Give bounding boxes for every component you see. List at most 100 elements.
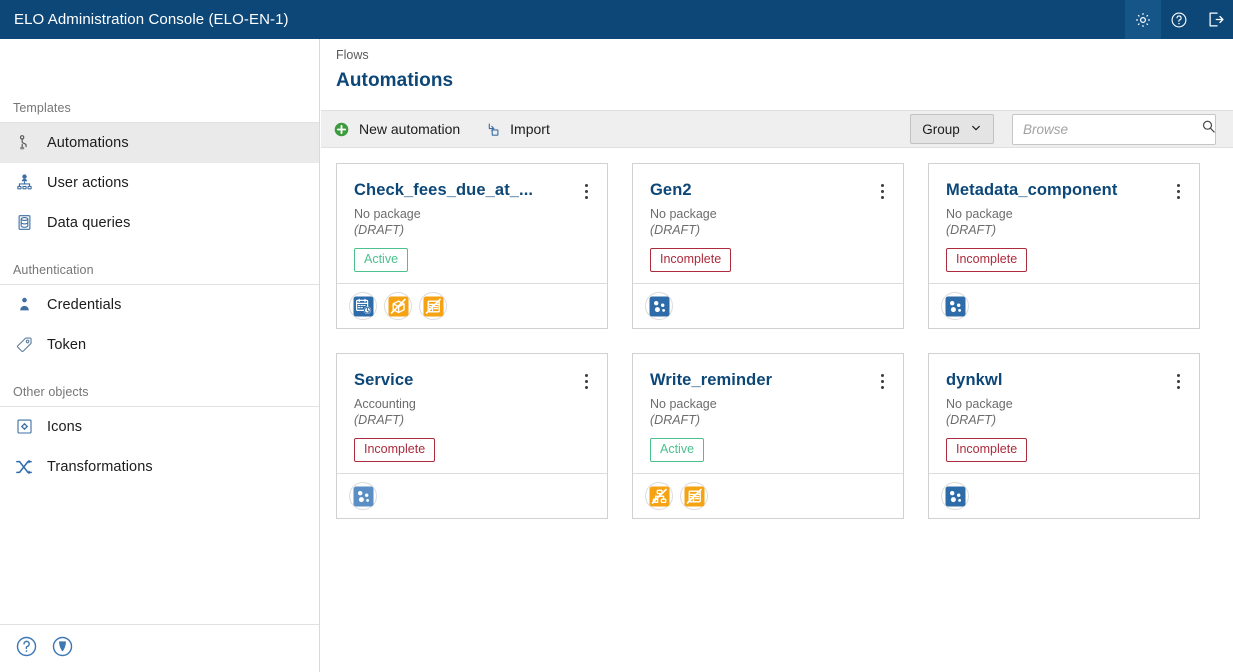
nodes-icon-button[interactable] — [941, 482, 969, 510]
calendar-clock-icon-button[interactable] — [349, 292, 377, 320]
status-badge: Incomplete — [650, 248, 732, 272]
sidebar-section-authentication: Authentication — [0, 243, 319, 285]
nodes-icon-light — [353, 486, 374, 507]
toolbar: New automation Import Group — [321, 110, 1233, 148]
nodes-icon — [945, 296, 966, 317]
sidebar-item-token[interactable]: Token — [0, 325, 319, 365]
sidebar-item-automations[interactable]: Automations — [0, 123, 319, 163]
sidebar-item-label: Credentials — [47, 296, 122, 313]
header-actions — [1125, 0, 1233, 39]
sidebar-item-data-queries[interactable]: Data queries — [0, 203, 319, 243]
automation-package: No package — [650, 397, 717, 411]
help-circle-icon — [15, 635, 38, 663]
sidebar-item-label: Data queries — [47, 214, 131, 231]
app-header: ELO Administration Console (ELO-EN-1) — [0, 0, 1233, 39]
logout-button[interactable] — [1197, 0, 1233, 39]
automation-card-footer — [633, 474, 903, 518]
nodes-icon-button[interactable] — [941, 292, 969, 320]
form-table-icon-button[interactable] — [419, 292, 447, 320]
automation-card[interactable]: Check_fees_due_at_... No package (DRAFT) Ac… — [336, 163, 608, 329]
gear-icon — [1134, 11, 1152, 29]
form-table-icon-button[interactable] — [680, 482, 708, 510]
card-menu-button[interactable] — [1171, 372, 1185, 390]
new-automation-label: New automation — [359, 121, 461, 137]
automation-state: (DRAFT) — [946, 223, 996, 237]
automation-state: (DRAFT) — [650, 223, 700, 237]
automation-name: Service — [354, 371, 414, 389]
automation-package: No package — [354, 207, 421, 221]
automation-state: (DRAFT) — [354, 413, 404, 427]
icons-icon — [13, 416, 35, 438]
nodes-icon — [649, 296, 670, 317]
help-circle-button[interactable] — [8, 631, 44, 667]
settings-button[interactable] — [1125, 0, 1161, 39]
automation-state: (DRAFT) — [354, 223, 404, 237]
status-badge: Incomplete — [946, 248, 1028, 272]
card-menu-button[interactable] — [875, 182, 889, 200]
automation-card[interactable]: Metadata_component No package (DRAFT) Incom… — [928, 163, 1200, 329]
search-box[interactable] — [1012, 113, 1217, 145]
automation-card[interactable]: Write_reminder No package (DRAFT) Active — [632, 353, 904, 519]
automation-card-body: Metadata_component No package (DRAFT) Incom… — [929, 164, 1199, 284]
automation-card-body: Write_reminder No package (DRAFT) Active — [633, 354, 903, 474]
transformations-icon — [13, 456, 35, 478]
group-label: Group — [922, 121, 960, 137]
status-badge: Incomplete — [946, 438, 1028, 462]
package-box-icon-button[interactable] — [384, 292, 412, 320]
card-menu-button[interactable] — [1171, 182, 1185, 200]
package-box-icon — [388, 296, 409, 317]
card-menu-button[interactable] — [579, 182, 593, 200]
import-button[interactable]: Import — [472, 110, 562, 148]
nodes-icon-button[interactable] — [645, 292, 673, 320]
card-menu-button[interactable] — [579, 372, 593, 390]
automation-card[interactable]: dynkwl No package (DRAFT) Incomplete — [928, 353, 1200, 519]
sidebar-item-label: Icons — [47, 418, 83, 435]
group-dropdown[interactable]: Group — [910, 114, 994, 144]
workflow-icon-button[interactable] — [645, 482, 673, 510]
nodes-icon-light-button[interactable] — [349, 482, 377, 510]
toolbar-right: Group — [910, 113, 1233, 145]
sidebar-footer — [0, 624, 319, 672]
status-badge: Active — [354, 248, 409, 272]
user-actions-icon — [13, 172, 35, 194]
automation-card-body: Gen2 No package (DRAFT) Incomplete — [633, 164, 903, 284]
credentials-icon — [13, 294, 35, 316]
automation-card[interactable]: Gen2 No package (DRAFT) Incomplete — [632, 163, 904, 329]
sidebar-item-label: Automations — [47, 134, 129, 151]
sidebar-item-transformations[interactable]: Transformations — [0, 447, 319, 487]
help-button[interactable] — [1161, 0, 1197, 39]
sidebar-item-icons[interactable]: Icons — [0, 407, 319, 447]
search-input[interactable] — [1023, 121, 1200, 137]
chevron-down-icon — [970, 122, 982, 137]
automation-card-body: dynkwl No package (DRAFT) Incomplete — [929, 354, 1199, 474]
plus-circle-icon — [333, 121, 350, 138]
automation-card-footer — [337, 284, 607, 328]
support-circle-button[interactable] — [44, 631, 80, 667]
new-automation-button[interactable]: New automation — [321, 110, 472, 148]
form-table-icon — [423, 296, 444, 317]
sidebar: Templates Automations User actions Data … — [0, 39, 320, 672]
automation-name: Check_fees_due_at_... — [354, 181, 534, 199]
sidebar-item-user-actions[interactable]: User actions — [0, 163, 319, 203]
automation-card-body: Check_fees_due_at_... No package (DRAFT) Ac… — [337, 164, 607, 284]
calendar-clock-icon — [353, 296, 374, 317]
sidebar-item-credentials[interactable]: Credentials — [0, 285, 319, 325]
support-circle-icon — [51, 635, 74, 663]
automation-card[interactable]: Service Accounting (DRAFT) Incomplete — [336, 353, 608, 519]
app-title: ELO Administration Console (ELO-EN-1) — [14, 11, 289, 28]
sidebar-item-label: Token — [47, 336, 87, 353]
sidebar-item-label: Transformations — [47, 458, 153, 475]
automation-package: No package — [946, 397, 1013, 411]
form-table-icon — [684, 486, 705, 507]
breadcrumb[interactable]: Flows — [321, 39, 1233, 62]
workflow-icon — [649, 486, 670, 507]
automation-package: Accounting — [354, 397, 416, 411]
import-label: Import — [510, 121, 550, 137]
automation-name: Metadata_component — [946, 181, 1118, 199]
token-icon — [13, 334, 35, 356]
automation-card-footer — [929, 474, 1199, 518]
card-menu-button[interactable] — [875, 372, 889, 390]
automation-card-footer — [633, 284, 903, 328]
automation-card-footer — [929, 284, 1199, 328]
search-icon[interactable] — [1200, 118, 1217, 140]
